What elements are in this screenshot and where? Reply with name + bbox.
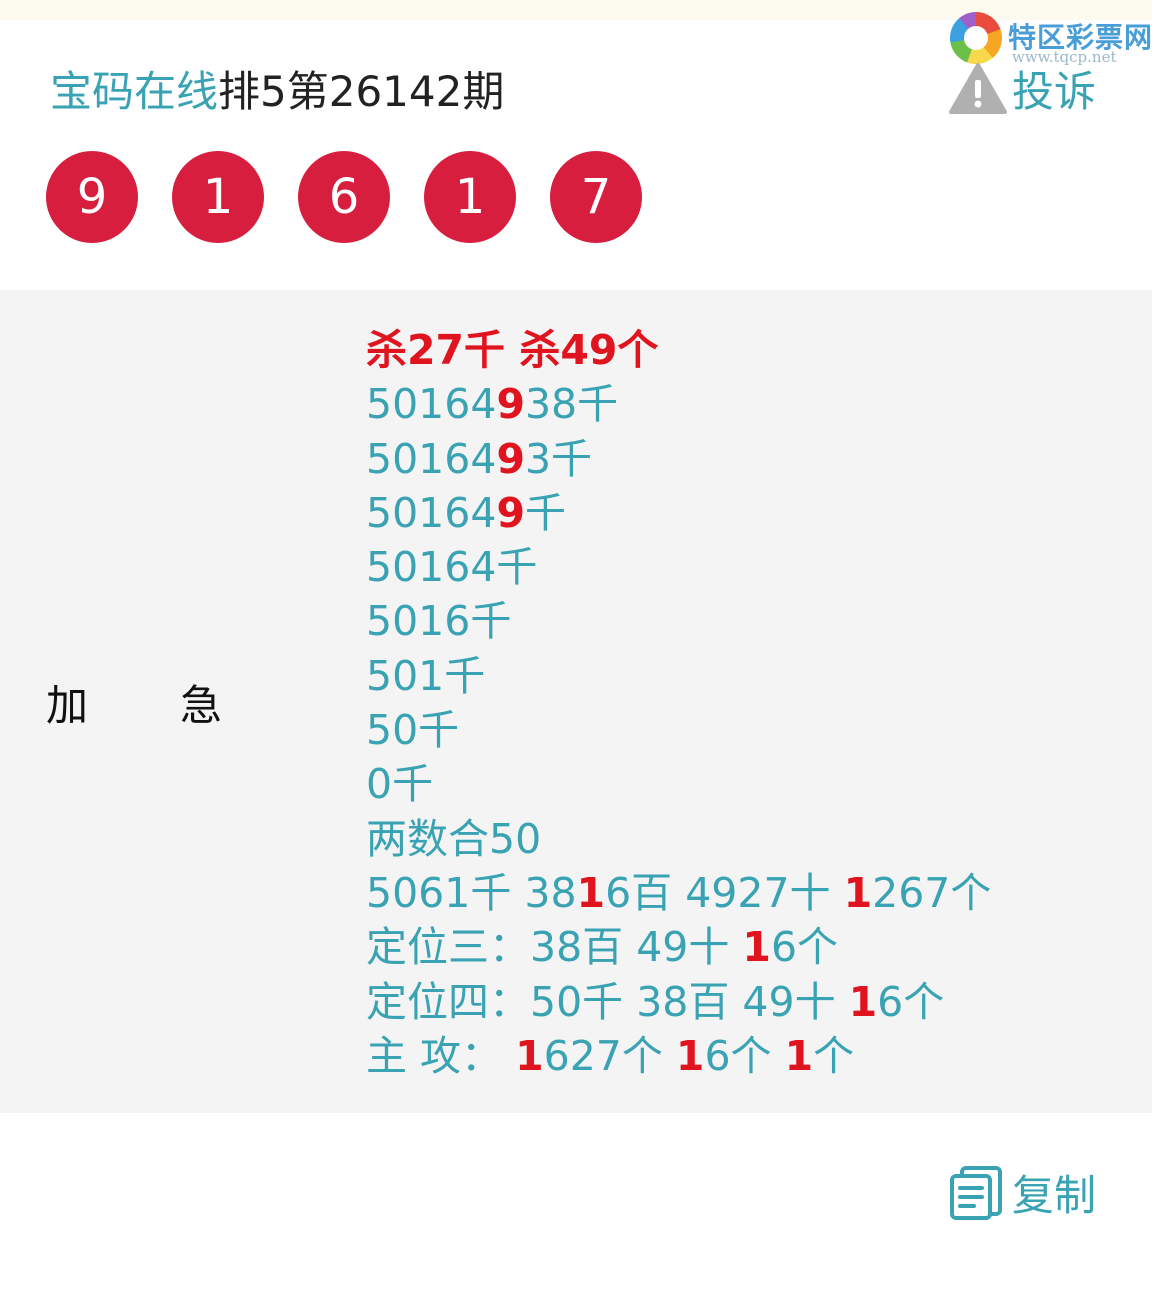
line-text: 5061千 38: [366, 868, 577, 917]
copy-button[interactable]: 复制: [948, 1162, 1096, 1223]
prediction-line: 定位四：50千 38百 49十 16个: [366, 975, 991, 1029]
prediction-line: 50164千: [366, 540, 991, 594]
highlight-digit: 1: [843, 868, 873, 917]
line-text: 定位三：38百 49十: [366, 923, 743, 972]
highlight-digit: 1: [515, 1031, 544, 1080]
number-ball: 7: [550, 151, 642, 243]
line-text: 627个: [543, 1031, 676, 1080]
number-ball: 6: [298, 151, 390, 243]
prediction-line: 50千: [366, 703, 991, 757]
line-text: 定位四：50千 38百 49十: [366, 977, 849, 1026]
prediction-line: 501千: [366, 649, 991, 703]
line-text: 6百 4927十: [605, 868, 844, 917]
line-text: 3千: [524, 434, 593, 483]
warning-icon: [948, 62, 1008, 116]
prediction-line: 5016千: [366, 594, 991, 648]
prediction-lines: 杀27千 杀49个 50164938千 5016493千 501649千 50164千…: [366, 323, 991, 1083]
highlight-digit: 1: [784, 1031, 814, 1080]
draw-number-balls: 9 1 6 1 7: [46, 151, 676, 243]
urgent-label-left: 加: [46, 681, 89, 730]
highlight-digit: 1: [675, 1031, 705, 1080]
line-text: 个: [813, 1031, 855, 1080]
line-text: 50164千: [366, 543, 538, 592]
issue-title: 排5第26142期: [218, 67, 505, 116]
complaint-button[interactable]: 投诉: [948, 58, 1096, 119]
prediction-line: 5061千 3816百 4927十 1267个: [366, 866, 991, 920]
prediction-line: 5016493千: [366, 432, 991, 486]
page-title: 宝码在线排5第26142期: [50, 58, 504, 119]
prediction-line: 定位三：38百 49十 16个: [366, 920, 991, 974]
copy-icon: [948, 1164, 1004, 1222]
line-text: 6个: [770, 923, 839, 972]
line-text: 两数合50: [366, 814, 542, 863]
highlight-digit: 9: [496, 434, 525, 483]
number-ball: 1: [172, 151, 264, 243]
line-text: 50164: [366, 380, 497, 429]
line-text: 38千: [524, 380, 619, 429]
line-text: 6个: [877, 977, 945, 1026]
prediction-line: 主 攻： 1627个 16个 1个: [366, 1029, 991, 1083]
complaint-label: 投诉: [1012, 67, 1097, 116]
prediction-line: 0千: [366, 757, 991, 811]
highlight-digit: 9: [496, 380, 525, 429]
line-text: 50164: [366, 488, 497, 537]
line-text: 267个: [872, 868, 992, 917]
number-ball: 9: [46, 151, 138, 243]
line-text: 6个: [704, 1031, 785, 1080]
lottery-logo-icon: [950, 12, 1002, 64]
prediction-line: 501649千: [366, 486, 991, 540]
line-text: 50千: [366, 706, 460, 755]
highlight-digit: 9: [496, 488, 525, 537]
line-text: 501千: [366, 651, 486, 700]
line-text: 50164: [366, 434, 497, 483]
copy-label: 复制: [1012, 1171, 1097, 1220]
site-name-link[interactable]: 宝码在线: [50, 67, 218, 116]
prediction-line: 50164938千: [366, 377, 991, 431]
number-ball: 1: [424, 151, 516, 243]
line-text: 0千: [366, 760, 434, 809]
highlight-digit: 1: [576, 868, 606, 917]
line-text: 5016千: [366, 597, 512, 646]
prediction-panel: 加急 杀27千 杀49个 50164938千 5016493千 501649千 501…: [0, 290, 1152, 1113]
line-text: 千: [524, 488, 566, 537]
urgent-label: 加急: [46, 672, 222, 733]
highlight-digit: 1: [848, 977, 878, 1026]
kill-line: 杀27千 杀49个: [366, 326, 659, 374]
line-text: 主 攻：: [366, 1031, 516, 1080]
urgent-label-right: 急: [180, 681, 223, 730]
highlight-digit: 1: [742, 923, 771, 972]
prediction-line: 两数合50: [366, 812, 991, 866]
